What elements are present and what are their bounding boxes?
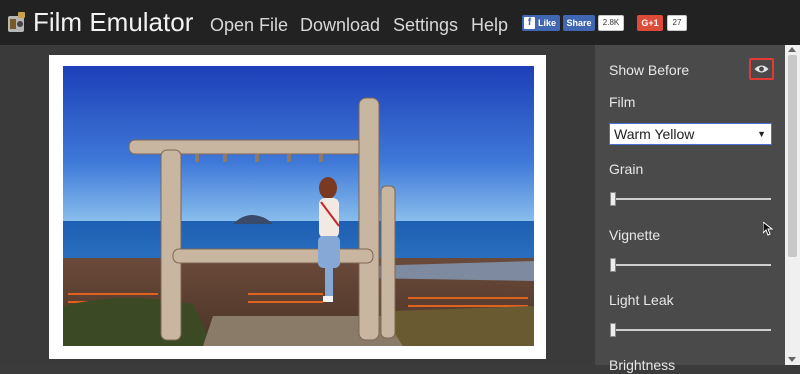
vignette-slider-thumb[interactable] bbox=[610, 258, 616, 272]
vignette-label: Vignette bbox=[609, 227, 661, 243]
show-before-toggle[interactable] bbox=[749, 58, 774, 80]
show-before-label: Show Before bbox=[609, 62, 690, 78]
canvas-area bbox=[0, 45, 595, 365]
nav-settings[interactable]: Settings bbox=[393, 14, 458, 36]
grain-label: Grain bbox=[609, 161, 644, 177]
app-title: Film Emulator bbox=[33, 7, 194, 37]
vignette-slider-track[interactable] bbox=[611, 264, 771, 266]
nav-help[interactable]: Help bbox=[471, 14, 508, 36]
facebook-icon: f bbox=[524, 17, 535, 29]
panel-scrollbar[interactable] bbox=[785, 45, 800, 365]
nav-download[interactable]: Download bbox=[300, 14, 380, 36]
film-select[interactable]: Warm Yellow ▼ bbox=[609, 123, 772, 145]
facebook-like-label: Like bbox=[538, 18, 557, 28]
facebook-share-button[interactable]: Share bbox=[563, 15, 595, 31]
settings-panel: Show Before Film Warm Yellow ▼ Grain Vig… bbox=[595, 45, 785, 373]
top-bar: Film Emulator Open File Download Setting… bbox=[0, 0, 800, 45]
caret-down-icon: ▼ bbox=[757, 129, 766, 139]
brightness-label: Brightness bbox=[609, 357, 676, 373]
film-label: Film bbox=[609, 94, 636, 110]
scroll-down-icon[interactable] bbox=[788, 357, 796, 362]
photo-frame bbox=[49, 55, 546, 359]
light-leak-slider-thumb[interactable] bbox=[610, 323, 616, 337]
light-leak-slider-track[interactable] bbox=[611, 329, 771, 331]
grain-slider-thumb[interactable] bbox=[610, 192, 616, 206]
nav-open-file[interactable]: Open File bbox=[210, 14, 288, 36]
light-leak-label: Light Leak bbox=[609, 292, 674, 308]
scrollbar-thumb[interactable] bbox=[788, 55, 797, 257]
google-plus-count: 27 bbox=[667, 15, 687, 31]
grain-slider-track[interactable] bbox=[611, 198, 771, 200]
eye-icon bbox=[754, 65, 769, 73]
google-plus-button[interactable]: G+1 bbox=[637, 15, 663, 31]
preview-photo[interactable] bbox=[63, 66, 534, 346]
mouse-pointer-icon bbox=[763, 222, 773, 236]
facebook-share-count: 2.8K bbox=[598, 15, 624, 31]
facebook-like-button[interactable]: f Like bbox=[522, 15, 560, 31]
beach-scene-image bbox=[63, 66, 534, 346]
scroll-up-icon[interactable] bbox=[788, 47, 796, 52]
film-select-value: Warm Yellow bbox=[614, 126, 695, 142]
film-camera-icon bbox=[8, 12, 25, 32]
